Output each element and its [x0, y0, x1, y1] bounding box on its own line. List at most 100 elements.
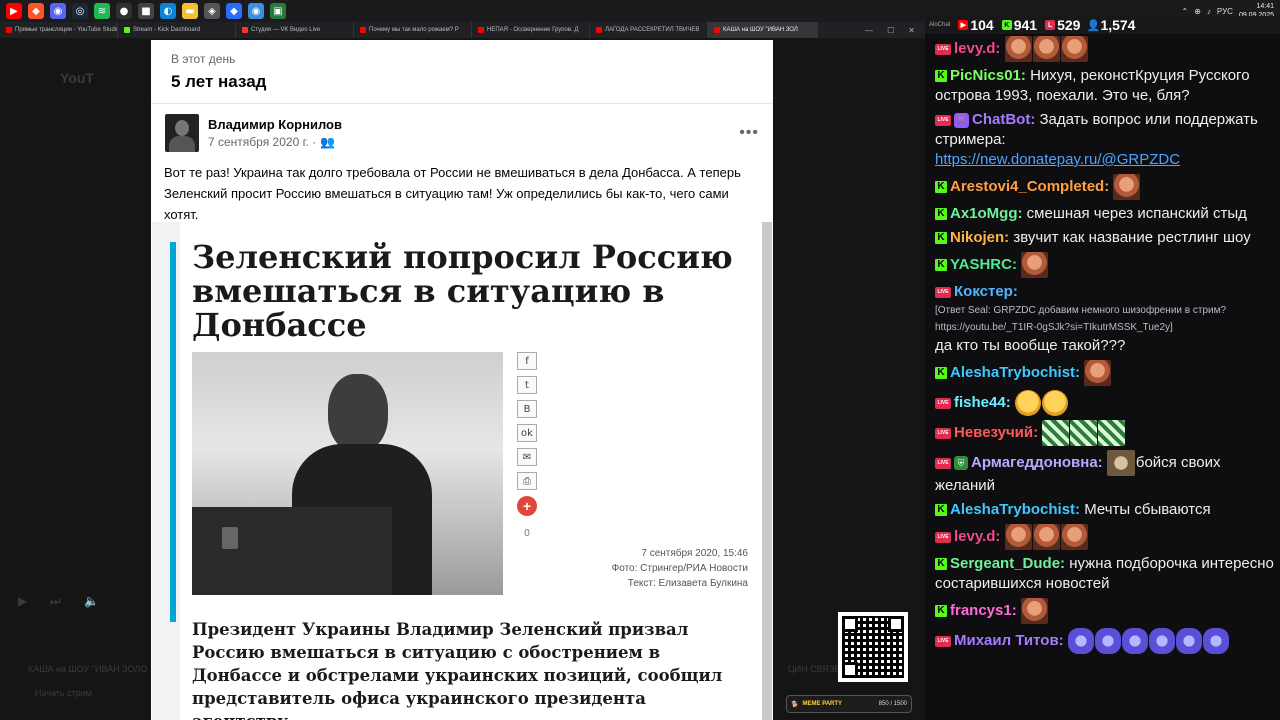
discord-icon[interactable]: ◉	[50, 3, 66, 19]
share-more-icon[interactable]: +	[517, 496, 537, 516]
chat-username[interactable]: PicNics01:	[950, 67, 1026, 84]
youtube-icon[interactable]: ▶	[6, 3, 22, 19]
chat-message: K YASHRC:	[935, 252, 1275, 278]
ghost-brand: YouT	[60, 70, 94, 86]
folder-icon[interactable]: ▬	[182, 3, 198, 19]
brave-icon[interactable]: ◆	[28, 3, 44, 19]
volume-icon[interactable]: 🔈	[84, 594, 99, 608]
ok-icon[interactable]: ok	[517, 424, 537, 442]
chat-username[interactable]: Arestovi4_Completed:	[950, 178, 1109, 195]
emote-green-icon	[1070, 420, 1098, 446]
chat-username[interactable]: YASHRC:	[950, 256, 1017, 273]
meme-party-label: MEME PARTY	[802, 701, 843, 707]
article-screenshot[interactable]: Зеленский попросил Россию вмешаться в си…	[152, 222, 772, 720]
kick-badge-icon: K	[935, 232, 947, 245]
chat-message: K Nikojen: звучит как название рестлинг ш…	[935, 228, 1275, 248]
chat-text: Мечты сбываются	[1084, 501, 1211, 518]
facebook-icon[interactable]: f	[517, 352, 537, 370]
spotify-icon[interactable]: ≋	[94, 3, 110, 19]
facebook-memory-card: В этот день 5 лет назад Владимир Корнило…	[151, 40, 773, 720]
share-buttons: f t Bok ✉ ⎙ +0	[517, 352, 537, 539]
chat-username[interactable]: Невезучий:	[954, 424, 1038, 441]
network-icon[interactable]: ⊕	[1194, 7, 1201, 16]
kick-badge-icon: K	[935, 259, 947, 271]
live-badge-icon: LIVE	[935, 457, 951, 469]
emote-laugh-icon	[1041, 390, 1068, 416]
maximize-icon[interactable]: ☐	[887, 26, 894, 35]
emote-face-icon	[1084, 360, 1112, 386]
browser-tab[interactable]: КАША на ШОУ "ИВАН ЗОЛ	[708, 22, 818, 38]
chat-username[interactable]: ChatBot:	[972, 111, 1035, 128]
chat-username[interactable]: Ax1oMgg:	[950, 205, 1023, 222]
chat-message: K AleshaTrybochist: Мечты сбываются	[935, 500, 1275, 520]
chat-username[interactable]: AleshaTrybochist:	[950, 364, 1080, 381]
browser-tab[interactable]: Студия — VK Видео Live	[236, 22, 354, 38]
volume-icon[interactable]: ♪	[1207, 7, 1211, 16]
years-ago-title: 5 лет назад	[171, 72, 267, 91]
steam-icon[interactable]: ◎	[72, 3, 88, 19]
share-count: 0	[524, 528, 530, 539]
emote-monster-icon	[1094, 628, 1121, 654]
live-icon: L	[1045, 20, 1056, 30]
emote-face-icon	[1060, 36, 1088, 62]
chat-username[interactable]: Sergeant_Dude:	[950, 555, 1065, 572]
browser-tab[interactable]: Прямые трансляции - YouTube Studio	[0, 22, 118, 38]
chat-username[interactable]: Nikojen:	[950, 229, 1009, 246]
vk-icon[interactable]: B	[517, 400, 537, 418]
emote-face-icon	[1021, 252, 1049, 278]
kick-badge-icon: K	[935, 70, 947, 83]
print-icon[interactable]: ⎙	[517, 472, 537, 490]
donation-link[interactable]: https://new.donatepay.ru/@GRPZDC	[935, 150, 1275, 170]
close-icon[interactable]: ✕	[908, 26, 915, 35]
app-icon[interactable]: ▣	[270, 3, 286, 19]
mail-icon[interactable]: ✉	[517, 448, 537, 466]
chat-username[interactable]: levy.d:	[954, 528, 1000, 545]
app-icon[interactable]: ■	[138, 3, 154, 19]
chat-username[interactable]: Кокстер:	[954, 283, 1018, 300]
live-badge-icon: LIVE	[935, 286, 951, 298]
twitter-icon[interactable]: t	[517, 376, 537, 394]
edge-icon[interactable]: ◐	[160, 3, 176, 19]
live-badge-icon: LIVE	[935, 531, 951, 543]
chat-username[interactable]: Михаил Титов:	[954, 632, 1064, 649]
tab-label: Почему мы так мало рожаем? Р	[369, 27, 459, 33]
chat-message: Kfrancys1:	[935, 598, 1275, 624]
author-avatar[interactable]	[165, 114, 199, 152]
emote-cat-icon	[1106, 450, 1135, 476]
app-icon[interactable]: ◈	[204, 3, 220, 19]
clock-time: 14:41	[1256, 3, 1274, 10]
tray-chevron-icon[interactable]: ⌃	[1182, 7, 1189, 16]
tab-favicon-icon	[242, 27, 248, 33]
play-icon[interactable]: ▶	[18, 594, 27, 608]
chat-username[interactable]: fishe44:	[954, 394, 1011, 411]
app-icon[interactable]: ◆	[226, 3, 242, 19]
more-options-icon[interactable]: •••	[739, 124, 759, 142]
kick-badge-icon: K	[935, 367, 947, 379]
next-icon[interactable]: ⏭	[50, 594, 61, 609]
browser-tab[interactable]: ЛАГОДА РАССЕКРЕТИЛ ТВИЧЕВ	[590, 22, 708, 38]
chat-message: LIVE Невезучий:	[935, 420, 1275, 446]
author-name[interactable]: Владимир Корнилов	[208, 117, 342, 132]
chat-username[interactable]: AleshaTrybochist:	[950, 501, 1080, 518]
chat-username[interactable]: levy.d:	[954, 40, 1000, 57]
kick-badge-icon: K	[935, 605, 947, 617]
emote-monster-icon	[1148, 628, 1175, 654]
obs-icon[interactable]: ●	[116, 3, 132, 19]
app-icon[interactable]: ◉	[248, 3, 264, 19]
minimize-icon[interactable]: —	[865, 26, 873, 35]
chat-viewer-stats: AloChat ▶ 104 K 941 L 529 👤 1,574	[925, 16, 1280, 34]
kick-badge-icon: K	[935, 558, 947, 571]
browser-tab[interactable]: НЕПАЯ - Оссвернение Групов. Д	[472, 22, 590, 38]
article-meta: 7 сентября 2020, 15:46 Фото: Стрингер/РИ…	[512, 546, 748, 591]
browser-tab[interactable]: Stream - Kick Dashboard	[118, 22, 236, 38]
language-indicator[interactable]: РУС	[1217, 7, 1233, 16]
article-lead: Президент Украины Владимир Зеленский при…	[192, 620, 723, 720]
chat-message: LIVE Кокстер: [Ответ Seal: GRPZDC добавим…	[935, 282, 1275, 356]
post-date[interactable]: 7 сентября 2020 г. ·	[208, 135, 316, 149]
chat-username[interactable]: francys1:	[950, 602, 1017, 619]
chat-text: смешная через испанский стыд	[1026, 205, 1247, 222]
browser-tab[interactable]: Почему мы так мало рожаем? Р	[354, 22, 472, 38]
chat-username[interactable]: Армагеддоновна:	[971, 454, 1103, 471]
kick-icon: K	[1001, 20, 1012, 30]
article-title: Зеленский попросил Россию вмешаться в си…	[192, 238, 733, 344]
